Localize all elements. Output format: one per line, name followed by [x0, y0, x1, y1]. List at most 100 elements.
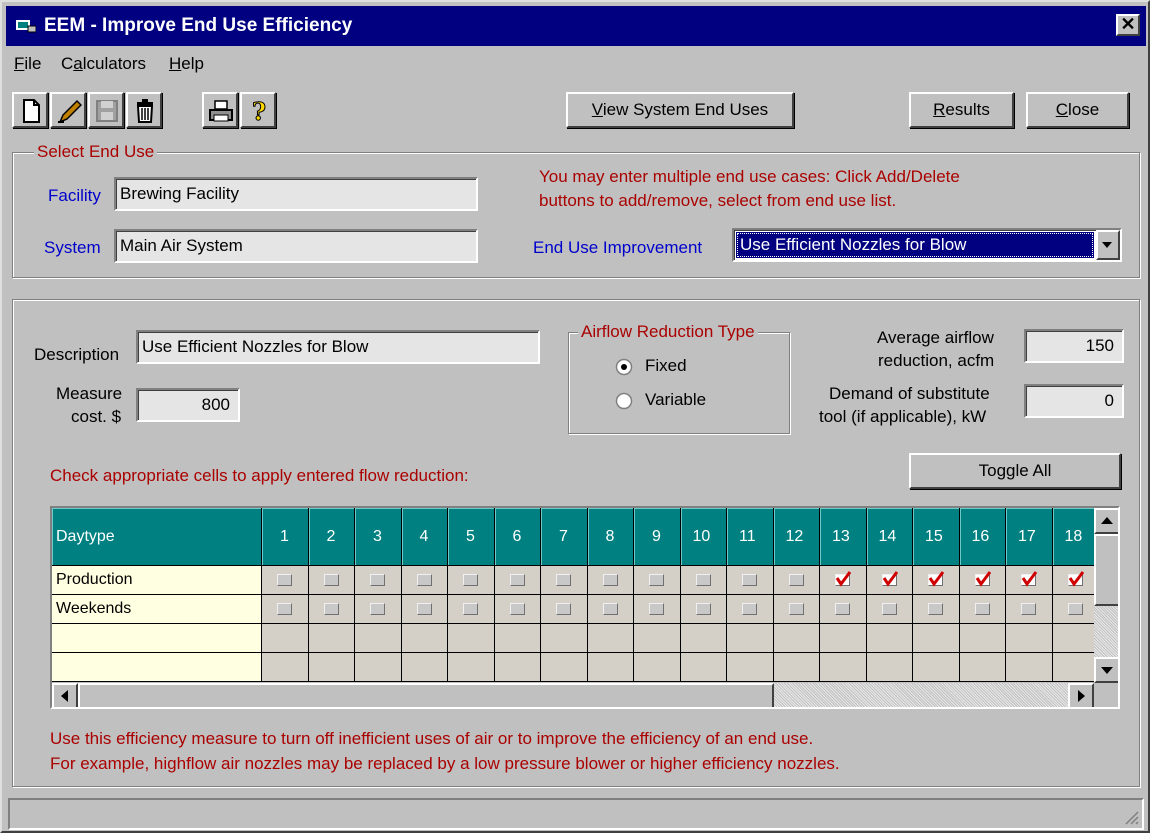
delete-button[interactable]: [126, 92, 162, 128]
checkbox-unchecked[interactable]: [649, 603, 664, 615]
grid-cell[interactable]: [820, 566, 867, 595]
menu-file[interactable]: File: [14, 54, 41, 74]
grid-cell[interactable]: [866, 653, 913, 682]
dropdown-button[interactable]: [1096, 230, 1120, 260]
scroll-down-button[interactable]: [1094, 657, 1118, 683]
checkbox-unchecked[interactable]: [742, 574, 757, 586]
close-button[interactable]: Close: [1026, 92, 1129, 128]
horizontal-scroll-track[interactable]: [774, 683, 1068, 707]
grid-cell[interactable]: [634, 566, 681, 595]
checkbox-unchecked[interactable]: [416, 574, 432, 586]
grid-cell[interactable]: [727, 595, 774, 624]
grid-cell[interactable]: [820, 624, 867, 653]
grid-cell[interactable]: [1052, 595, 1094, 624]
close-window-button[interactable]: ✕: [1116, 14, 1140, 36]
checkbox-unchecked[interactable]: [463, 574, 478, 586]
checkbox-unchecked[interactable]: [928, 603, 943, 615]
measure-cost-field[interactable]: 800: [136, 388, 240, 422]
checkbox-unchecked[interactable]: [416, 603, 432, 615]
grid-cell[interactable]: [773, 566, 820, 595]
grid-cell[interactable]: [680, 624, 727, 653]
grid-cell[interactable]: [727, 566, 774, 595]
grid-cell[interactable]: [1052, 566, 1094, 595]
checkbox-checked[interactable]: [974, 571, 991, 587]
grid-cell[interactable]: [820, 653, 867, 682]
checkbox-unchecked[interactable]: [509, 574, 525, 586]
grid-cell[interactable]: [727, 624, 774, 653]
demand-field[interactable]: 0: [1024, 384, 1124, 418]
checkbox-unchecked[interactable]: [323, 574, 339, 586]
grid-cell[interactable]: [355, 566, 402, 595]
grid-cell[interactable]: [541, 653, 588, 682]
grid-cell[interactable]: [959, 566, 1006, 595]
checkbox-unchecked[interactable]: [974, 603, 990, 615]
horizontal-scrollbar[interactable]: [52, 683, 1094, 707]
checkbox-unchecked[interactable]: [370, 603, 385, 615]
checkbox-unchecked[interactable]: [695, 574, 711, 586]
save-button[interactable]: [88, 92, 124, 128]
vertical-scroll-track[interactable]: [1094, 606, 1118, 657]
grid-cell[interactable]: [494, 653, 541, 682]
grid-cell[interactable]: [959, 653, 1006, 682]
checkbox-unchecked[interactable]: [323, 603, 339, 615]
checkbox-unchecked[interactable]: [788, 603, 804, 615]
new-button[interactable]: [12, 92, 48, 128]
grid-cell[interactable]: [913, 566, 960, 595]
grid-cell[interactable]: [494, 566, 541, 595]
checkbox-unchecked[interactable]: [602, 603, 618, 615]
toggle-all-button[interactable]: Toggle All: [909, 453, 1121, 489]
grid-cell[interactable]: [913, 595, 960, 624]
checkbox-checked[interactable]: [1021, 571, 1038, 587]
grid-cell[interactable]: [308, 624, 355, 653]
grid-cell[interactable]: [1006, 595, 1053, 624]
results-button[interactable]: Results: [909, 92, 1014, 128]
grid-cell[interactable]: [262, 566, 309, 595]
checkbox-checked[interactable]: [928, 571, 945, 587]
menu-help[interactable]: Help: [169, 54, 204, 74]
grid-cell[interactable]: [680, 653, 727, 682]
checkbox-unchecked[interactable]: [742, 603, 757, 615]
grid-cell[interactable]: [401, 653, 448, 682]
grid-cell[interactable]: [680, 566, 727, 595]
print-button[interactable]: [202, 92, 238, 128]
grid-cell[interactable]: [587, 566, 634, 595]
checkbox-unchecked[interactable]: [370, 574, 385, 586]
checkbox-unchecked[interactable]: [556, 574, 571, 586]
grid-cell[interactable]: [401, 595, 448, 624]
grid-cell[interactable]: [773, 595, 820, 624]
grid-cell[interactable]: [587, 653, 634, 682]
grid-cell[interactable]: [1052, 653, 1094, 682]
checkbox-unchecked[interactable]: [1021, 603, 1036, 615]
grid-cell[interactable]: [634, 653, 681, 682]
description-field[interactable]: Use Efficient Nozzles for Blow: [136, 330, 540, 364]
grid-cell[interactable]: [401, 624, 448, 653]
grid-cell[interactable]: [308, 595, 355, 624]
checkbox-unchecked[interactable]: [509, 603, 525, 615]
edit-button[interactable]: [50, 92, 86, 128]
grid-cell[interactable]: [1006, 653, 1053, 682]
grid-cell[interactable]: [401, 566, 448, 595]
checkbox-unchecked[interactable]: [463, 603, 478, 615]
scroll-left-button[interactable]: [52, 683, 78, 707]
system-field[interactable]: Main Air System: [114, 229, 478, 263]
grid-cell[interactable]: [448, 566, 495, 595]
grid-cell[interactable]: [680, 595, 727, 624]
grid-cell[interactable]: [448, 624, 495, 653]
end-use-improvement-select[interactable]: Use Efficient Nozzles for Blow: [732, 228, 1122, 262]
grid-cell[interactable]: [1052, 624, 1094, 653]
grid-cell[interactable]: [262, 595, 309, 624]
grid-cell[interactable]: [959, 624, 1006, 653]
checkbox-checked[interactable]: [881, 571, 898, 587]
checkbox-checked[interactable]: [1067, 571, 1084, 587]
checkbox-unchecked[interactable]: [1067, 603, 1083, 615]
checkbox-unchecked[interactable]: [835, 603, 850, 615]
scroll-up-button[interactable]: [1094, 508, 1118, 534]
grid-cell[interactable]: [913, 624, 960, 653]
grid-cell[interactable]: [773, 653, 820, 682]
grid-cell[interactable]: [1006, 566, 1053, 595]
grid-cell[interactable]: [494, 595, 541, 624]
checkbox-unchecked[interactable]: [556, 603, 571, 615]
grid-cell[interactable]: [262, 653, 309, 682]
checkbox-checked[interactable]: [835, 571, 852, 587]
checkbox-unchecked[interactable]: [881, 603, 897, 615]
